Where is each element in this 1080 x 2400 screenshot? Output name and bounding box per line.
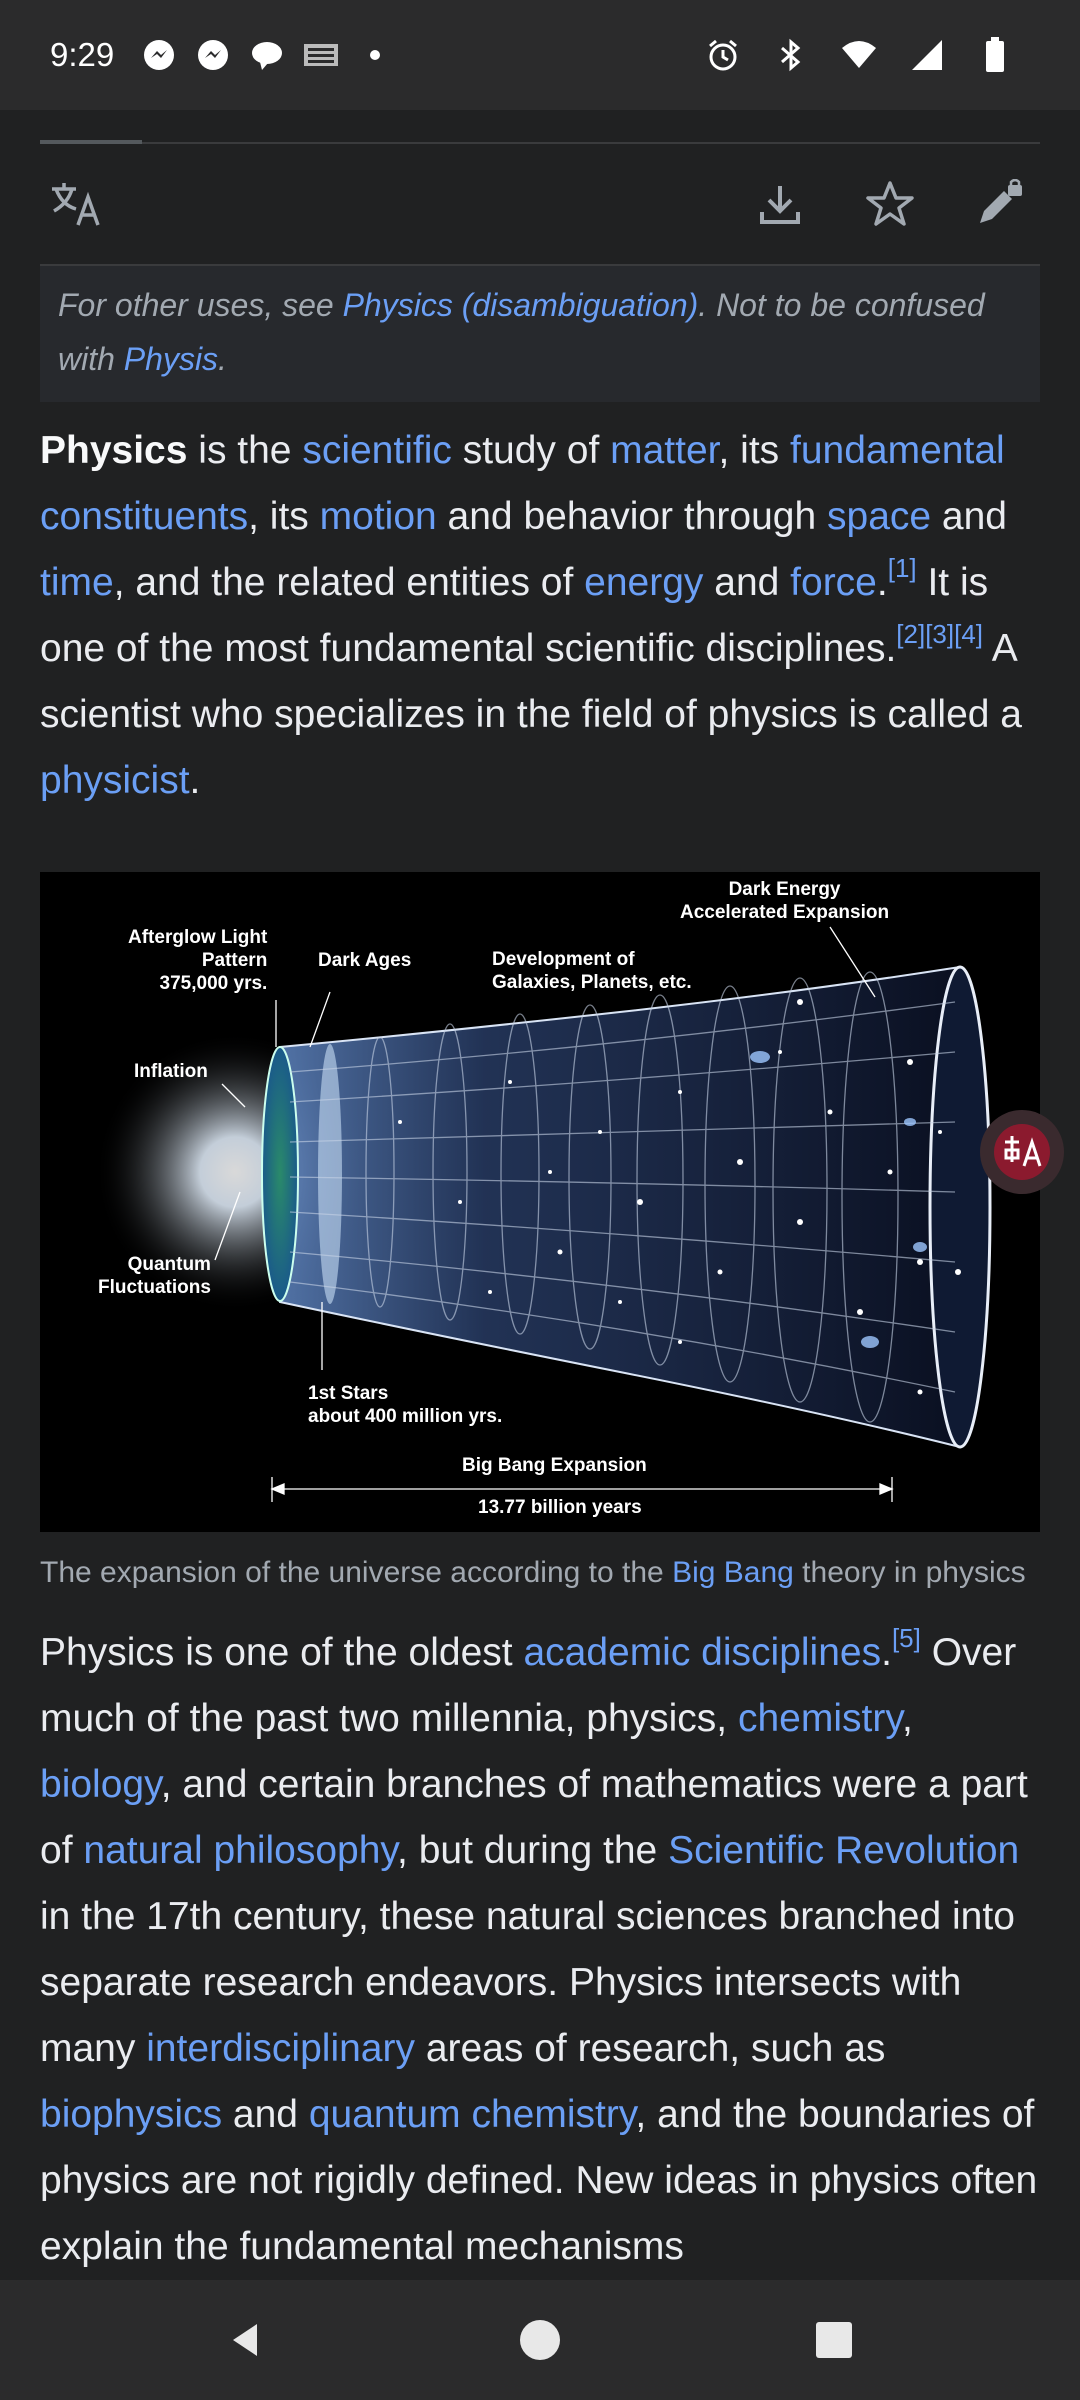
link-biology[interactable]: biology <box>40 1763 161 1806</box>
text: . <box>876 561 888 604</box>
link-academic-disciplines[interactable]: academic disciplines <box>523 1631 881 1674</box>
text: . <box>189 759 201 802</box>
link-motion[interactable]: motion <box>320 495 437 538</box>
text: Physics is one of the oldest <box>40 1631 524 1674</box>
lead-paragraph: Physics is the scientific study of matte… <box>40 418 1040 814</box>
text: and <box>222 2093 309 2136</box>
text: areas of research, such as <box>414 2027 886 2070</box>
back-icon[interactable] <box>205 2300 285 2380</box>
link-scientific[interactable]: scientific <box>302 429 452 472</box>
label-big-bang-expansion: Big Bang Expansion <box>462 1455 647 1476</box>
link-scientific-revolution[interactable]: Scientific Revolution <box>668 1829 1019 1872</box>
article-content: For other uses, see Physics (disambiguat… <box>40 110 1040 2280</box>
news-icon <box>302 36 340 74</box>
link-space[interactable]: space <box>827 495 931 538</box>
link-physicist[interactable]: physicist <box>40 759 190 802</box>
download-icon[interactable] <box>744 168 816 240</box>
text: and <box>931 495 1007 538</box>
text: study of <box>451 429 611 472</box>
link-chemistry[interactable]: chemistry <box>738 1697 902 1740</box>
label-afterglow: Afterglow Light Pattern 375,000 yrs. <box>128 927 268 994</box>
text: and behavior through <box>436 495 827 538</box>
link-time[interactable]: time <box>40 561 114 604</box>
link-natural-philosophy[interactable]: natural philosophy <box>83 1829 397 1872</box>
translate-overlay-button[interactable] <box>980 1110 1064 1194</box>
link-energy[interactable]: energy <box>584 561 703 604</box>
page-actions-toolbar <box>40 144 1040 266</box>
reference-2-3-4[interactable]: [2][3][4] <box>896 619 983 649</box>
hatnote-suffix: . <box>218 341 227 377</box>
translate-icon[interactable] <box>40 168 112 240</box>
text: , but during the <box>397 1829 669 1872</box>
link-big-bang[interactable]: Big Bang <box>672 1556 794 1589</box>
wifi-icon <box>840 36 878 74</box>
text: , and the related entities of <box>113 561 585 604</box>
messenger-icon <box>194 36 232 74</box>
hatnote: For other uses, see Physics (disambiguat… <box>40 266 1040 402</box>
chat-bubble-icon <box>248 36 286 74</box>
tab-bar[interactable] <box>40 110 1040 144</box>
link-physis[interactable]: Physis <box>124 341 218 377</box>
text: is the <box>187 429 303 472</box>
translate-icon <box>994 1124 1050 1180</box>
text: theory in physics <box>793 1556 1026 1589</box>
dot-icon <box>356 36 394 74</box>
universe-expansion-image[interactable]: Dark Energy Accelerated Expansion Afterg… <box>40 872 1040 1532</box>
hatnote-prefix: For other uses, see <box>58 287 343 323</box>
link-matter[interactable]: matter <box>610 429 718 472</box>
label-inflation: Inflation <box>134 1061 208 1082</box>
bluetooth-icon <box>772 36 810 74</box>
link-interdisciplinary[interactable]: interdisciplinary <box>146 2027 415 2070</box>
label-years: 13.77 billion years <box>478 1497 642 1518</box>
recents-icon[interactable] <box>794 2300 874 2380</box>
edit-lock-icon[interactable] <box>964 168 1036 240</box>
alarm-icon <box>704 36 742 74</box>
label-quantum-fluctuations: Quantum Fluctuations <box>98 1254 211 1298</box>
text: , its <box>248 495 320 538</box>
text: , its <box>718 429 791 472</box>
link-quantum-chemistry[interactable]: quantum chemistry <box>309 2093 636 2136</box>
clock: 9:29 <box>50 36 115 73</box>
text: , <box>901 1697 913 1740</box>
home-icon[interactable] <box>500 2300 580 2380</box>
messenger-icon <box>140 36 178 74</box>
text: and <box>703 561 791 604</box>
reference-5[interactable]: [5] <box>892 1623 921 1653</box>
battery-icon <box>976 36 1014 74</box>
signal-icon <box>908 36 946 74</box>
star-icon[interactable] <box>854 168 926 240</box>
label-dark-ages: Dark Ages <box>318 950 412 971</box>
link-force[interactable]: force <box>790 561 877 604</box>
reference-1[interactable]: [1] <box>888 553 917 583</box>
text: . <box>881 1631 892 1674</box>
image-caption: The expansion of the universe according … <box>40 1548 1040 1598</box>
label-dark-energy: Dark Energy Accelerated Expansion <box>680 879 890 923</box>
label-development: Development of Galaxies, Planets, etc. <box>492 949 692 993</box>
link-physics-disambiguation[interactable]: Physics (disambiguation) <box>343 287 699 323</box>
article-title-bold: Physics <box>40 429 188 472</box>
label-first-stars: 1st Stars about 400 million yrs. <box>308 1383 503 1427</box>
second-paragraph: Physics is one of the oldest academic di… <box>40 1620 1040 2280</box>
link-biophysics[interactable]: biophysics <box>40 2093 222 2136</box>
system-navigation-bar <box>0 2280 1080 2400</box>
text: The expansion of the universe according … <box>40 1556 673 1589</box>
status-bar: 9:29 <box>0 0 1080 110</box>
